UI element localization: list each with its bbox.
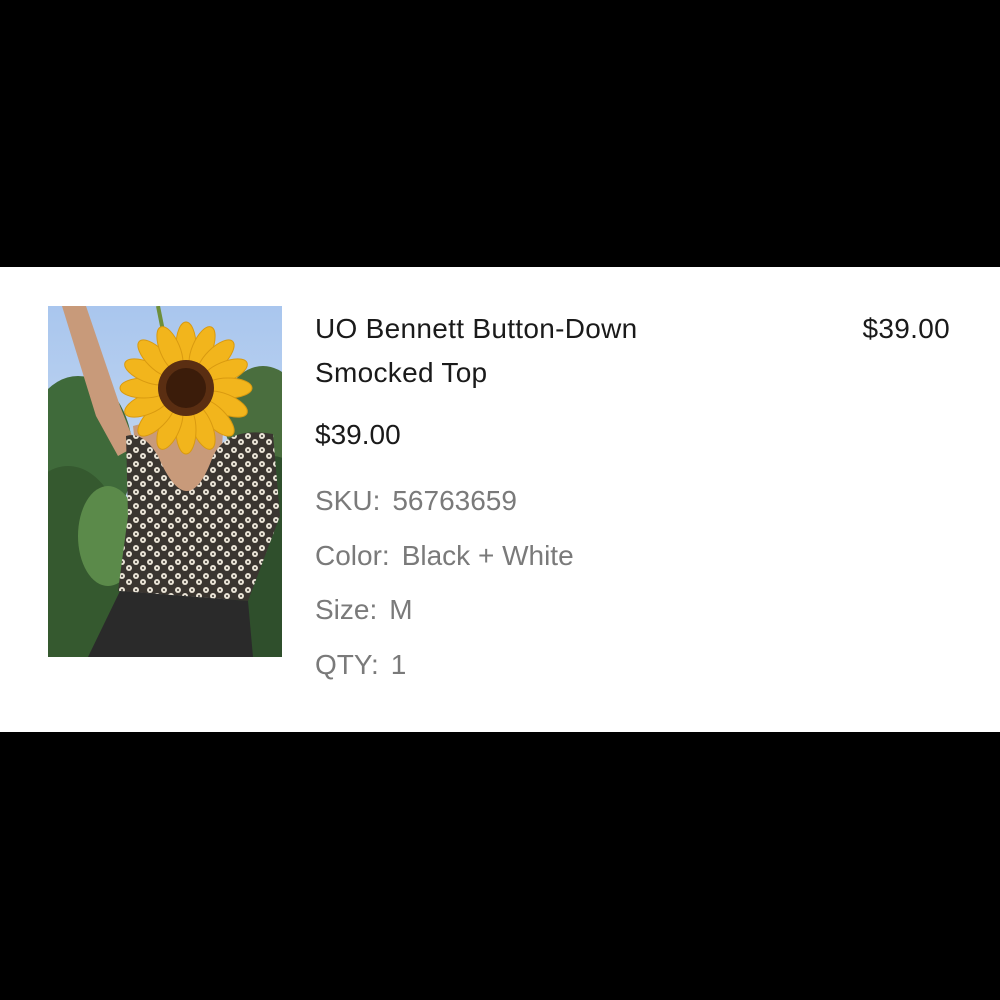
line-total-price: $39.00 bbox=[862, 313, 950, 344]
sku-value: 56763659 bbox=[392, 485, 517, 516]
color-value: Black + White bbox=[401, 540, 574, 571]
product-title-line-2: Smocked Top bbox=[315, 357, 488, 388]
product-title[interactable]: UO Bennett Button-Down Smocked Top bbox=[315, 307, 755, 395]
size-row: Size: M bbox=[315, 590, 413, 630]
unit-price: $39.00 bbox=[315, 419, 401, 450]
size-label: Size: bbox=[315, 594, 378, 625]
quantity-row: QTY: 1 bbox=[315, 645, 406, 685]
cart-item-card: UO Bennett Button-Down Smocked Top $39.0… bbox=[0, 267, 1000, 732]
sku-row: SKU: 56763659 bbox=[315, 481, 517, 521]
size-value: M bbox=[389, 594, 413, 625]
product-title-line-1: UO Bennett Button-Down bbox=[315, 313, 638, 344]
product-image[interactable] bbox=[48, 306, 282, 657]
color-label: Color: bbox=[315, 540, 390, 571]
screen: UO Bennett Button-Down Smocked Top $39.0… bbox=[0, 0, 1000, 1000]
quantity-value: 1 bbox=[390, 649, 407, 680]
sku-label: SKU: bbox=[315, 485, 381, 516]
quantity-label: QTY: bbox=[315, 649, 379, 680]
product-photo-icon bbox=[48, 306, 282, 657]
color-row: Color: Black + White bbox=[315, 536, 574, 576]
